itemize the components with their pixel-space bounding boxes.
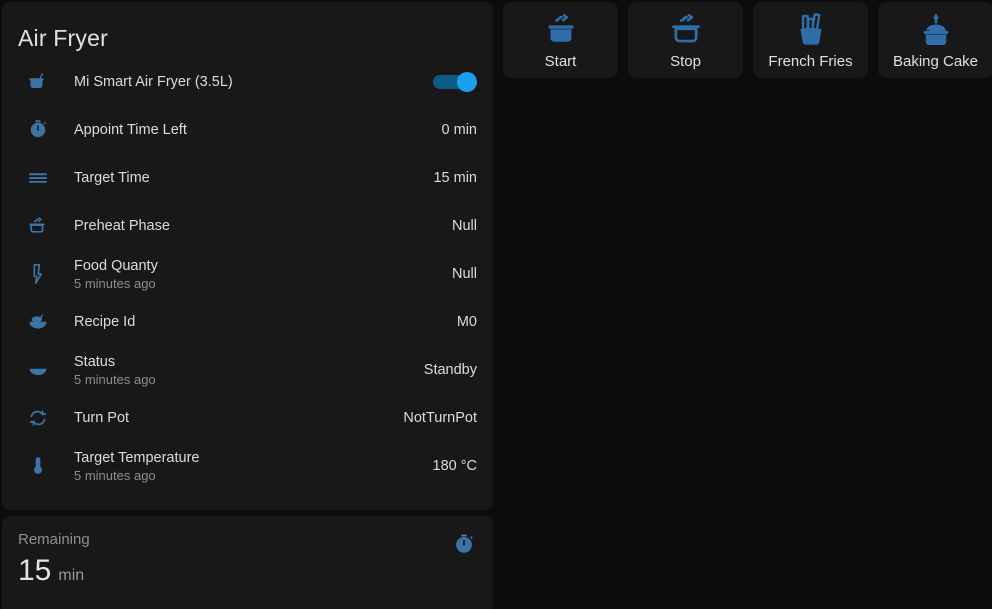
entity-row-text: Turn Pot — [58, 409, 393, 427]
entity-value: NotTurnPot — [403, 410, 477, 426]
rotate-arrows-icon — [18, 398, 58, 438]
lightning-bolt-icon — [18, 254, 58, 294]
entity-row-text: Recipe Id — [58, 313, 447, 331]
stopwatch-icon — [451, 532, 477, 558]
entity-name: Food Quanty — [74, 257, 158, 274]
entity-value: Null — [452, 218, 477, 234]
timer-icon — [18, 110, 58, 150]
entity-name: Status — [74, 353, 116, 370]
entity-row-status[interactable]: Status 5 minutes ago Standby — [18, 346, 477, 394]
entity-name: Target Time — [74, 170, 150, 186]
remaining-label: Remaining — [18, 531, 90, 548]
list-lines-icon — [18, 158, 58, 198]
birthday-cake-icon — [917, 10, 955, 50]
entity-row-text: Appoint Time Left — [58, 121, 432, 139]
entity-name: Preheat Phase — [74, 218, 170, 234]
entity-row-text: Preheat Phase — [58, 217, 442, 235]
action-button-label: French Fries — [768, 53, 853, 70]
entity-name: Mi Smart Air Fryer (3.5L) — [74, 74, 233, 90]
entity-value: 180 °C — [432, 458, 478, 474]
entity-row-turn-pot[interactable]: Turn Pot NotTurnPot — [18, 394, 477, 442]
preheat-pot-icon — [18, 206, 58, 246]
remaining-card-inner: Remaining 15 min — [2, 516, 493, 609]
entity-name: Recipe Id — [74, 314, 136, 330]
dashboard-root: Air Fryer Mi Smart Air Fryer (3.5L) Appo… — [0, 0, 992, 609]
entity-row-preheat-phase[interactable]: Preheat Phase Null — [18, 202, 477, 250]
entity-sub: 5 minutes ago — [74, 371, 156, 387]
french-fries-icon — [792, 10, 830, 50]
entity-sub: 5 minutes ago — [74, 467, 156, 483]
air-fryer-entities-card: Air Fryer Mi Smart Air Fryer (3.5L) Appo… — [2, 2, 493, 510]
entity-row-text: Food Quanty 5 minutes ago — [58, 257, 442, 292]
action-button-label: Start — [544, 53, 577, 70]
entity-row-text: Target Temperature 5 minutes ago — [58, 449, 423, 484]
entity-value: 0 min — [441, 122, 477, 138]
stop-button[interactable]: Stop — [628, 2, 743, 78]
entity-row-text: Status 5 minutes ago — [58, 353, 414, 388]
entity-value: M0 — [456, 314, 477, 330]
start-button[interactable]: Start — [503, 2, 618, 78]
remaining-unit: min — [58, 567, 85, 584]
remaining-number: 15 — [18, 554, 52, 587]
entity-name: Appoint Time Left — [74, 122, 187, 138]
toggle-thumb — [457, 72, 477, 92]
entity-row-food-quanty[interactable]: Food Quanty 5 minutes ago Null — [18, 250, 477, 298]
entity-rows-list: Mi Smart Air Fryer (3.5L) Appoint Time L… — [2, 52, 493, 490]
entity-row-appoint-time-left[interactable]: Appoint Time Left 0 min — [18, 106, 477, 154]
card-title: Air Fryer — [18, 25, 108, 51]
entity-value: Standby — [423, 362, 477, 378]
baking-cake-button[interactable]: Baking Cake — [878, 2, 992, 78]
entity-name: Target Temperature — [74, 449, 200, 466]
entity-row-target-time[interactable]: Target Time 15 min — [18, 154, 477, 202]
air-fryer-pot-icon — [18, 62, 58, 102]
power-toggle-switch[interactable] — [433, 72, 477, 92]
bowl-icon — [18, 350, 58, 390]
action-button-label: Baking Cake — [892, 53, 979, 70]
entity-value: 15 min — [433, 170, 477, 186]
entity-name: Turn Pot — [74, 410, 130, 426]
action-buttons-row: Start Stop French Fries Baking Cake — [503, 2, 992, 78]
pot-steam-filled-icon — [542, 10, 580, 50]
french-fries-button[interactable]: French Fries — [753, 2, 868, 78]
remaining-time-card[interactable]: Remaining 15 min — [2, 516, 493, 609]
entity-row-text: Target Time — [58, 169, 423, 187]
entity-sub: 5 minutes ago — [74, 275, 156, 291]
thermometer-icon — [18, 446, 58, 486]
entity-row-mi-smart-air-fryer[interactable]: Mi Smart Air Fryer (3.5L) — [18, 58, 477, 106]
rice-bowl-icon — [18, 302, 58, 342]
entity-row-target-temperature[interactable]: Target Temperature 5 minutes ago 180 °C — [18, 442, 477, 490]
entity-row-recipe-id[interactable]: Recipe Id M0 — [18, 298, 477, 346]
action-button-label: Stop — [670, 53, 701, 70]
entity-row-text: Mi Smart Air Fryer (3.5L) — [58, 73, 433, 91]
remaining-value-line: 15 min — [18, 554, 477, 588]
entity-value: Null — [452, 266, 477, 282]
pot-steam-outline-icon — [667, 10, 705, 50]
